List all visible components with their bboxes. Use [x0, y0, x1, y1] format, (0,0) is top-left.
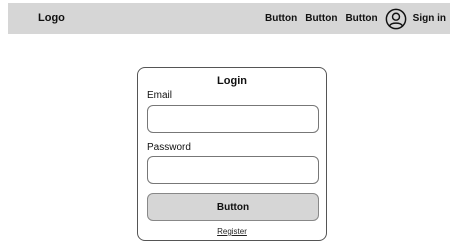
user-circle-icon[interactable]: [385, 8, 407, 30]
login-title: Login: [217, 75, 247, 87]
password-label: Password: [147, 142, 191, 153]
email-label: Email: [147, 90, 173, 101]
nav-button-2[interactable]: Button: [305, 13, 337, 24]
top-navbar: Logo Button Button Button Sign in: [8, 3, 450, 34]
login-submit-button[interactable]: Button: [147, 193, 319, 221]
nav-button-1[interactable]: Button: [265, 13, 297, 24]
nav-button-3[interactable]: Button: [345, 13, 377, 24]
login-card: Login Email Password Button Register: [137, 67, 327, 241]
password-field[interactable]: [147, 156, 319, 184]
register-link[interactable]: Register: [138, 227, 326, 236]
email-field[interactable]: [147, 105, 319, 133]
nav-menu: Button Button Button Sign in: [265, 6, 446, 31]
logo[interactable]: Logo: [38, 12, 65, 24]
sign-in-link[interactable]: Sign in: [413, 13, 446, 24]
